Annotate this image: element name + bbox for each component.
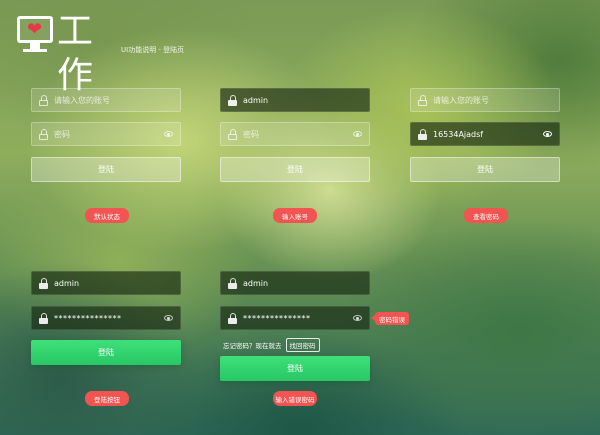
username-field[interactable]: 请输入您的账号: [410, 88, 560, 112]
lock-icon: [228, 278, 237, 289]
username-placeholder: 请输入您的账号: [54, 95, 110, 105]
username-placeholder: 请输入您的账号: [433, 95, 489, 105]
recover-password-link[interactable]: 找回密码: [285, 338, 320, 352]
lock-icon: [228, 129, 237, 140]
state-tag: 输入错误密码: [273, 391, 317, 406]
password-field[interactable]: 密码: [220, 122, 370, 146]
page-subtitle: UI功能说明 - 登陆页: [121, 46, 185, 54]
app-logo: ❤ 工作: [17, 11, 117, 96]
login-button[interactable]: 登陆: [220, 157, 370, 182]
password-field[interactable]: 密码: [31, 122, 181, 146]
eye-icon[interactable]: [164, 131, 173, 137]
eye-icon[interactable]: [353, 315, 362, 321]
login-button[interactable]: 登陆: [220, 356, 370, 381]
forgot-password-text: 忘记密码？现在就去: [223, 342, 282, 350]
lock-icon: [418, 95, 427, 106]
login-button[interactable]: 登陆: [410, 157, 560, 182]
username-value: admin: [243, 95, 269, 105]
lock-icon: [418, 129, 427, 140]
login-button[interactable]: 登陆: [31, 340, 181, 365]
password-field[interactable]: ***************: [220, 306, 370, 330]
lock-icon: [39, 129, 48, 140]
logo-text: 工作: [57, 11, 93, 96]
password-value: ***************: [243, 313, 311, 323]
state-tag: 查看密码: [464, 208, 508, 223]
password-field[interactable]: 16534Ajadsf: [410, 122, 560, 146]
state-tag: 默认状态: [85, 208, 129, 223]
username-value: admin: [54, 278, 80, 288]
lock-icon: [228, 313, 237, 324]
eye-icon[interactable]: [543, 131, 552, 137]
password-value: 16534Ajadsf: [433, 129, 484, 139]
lock-icon: [39, 278, 48, 289]
eye-icon[interactable]: [353, 131, 362, 137]
login-button[interactable]: 登陆: [31, 157, 181, 182]
username-field[interactable]: admin: [220, 88, 370, 112]
password-value: ***************: [54, 313, 122, 323]
username-field[interactable]: admin: [220, 271, 370, 295]
username-field[interactable]: admin: [31, 271, 181, 295]
forgot-password-row: 忘记密码？现在就去 找回密码: [223, 338, 320, 352]
username-field[interactable]: 请输入您的账号: [31, 88, 181, 112]
lock-icon: [39, 95, 48, 106]
eye-icon[interactable]: [164, 315, 173, 321]
lock-icon: [228, 95, 237, 106]
password-field[interactable]: ***************: [31, 306, 181, 330]
state-tag: 输入账号: [273, 208, 317, 223]
password-placeholder: 密码: [243, 129, 259, 139]
state-tag: 登陆按钮: [85, 391, 129, 406]
password-placeholder: 密码: [54, 129, 70, 139]
lock-icon: [39, 313, 48, 324]
error-tooltip: 密码错误: [371, 312, 409, 325]
username-value: admin: [243, 278, 269, 288]
monitor-heart-icon: ❤: [17, 16, 53, 43]
